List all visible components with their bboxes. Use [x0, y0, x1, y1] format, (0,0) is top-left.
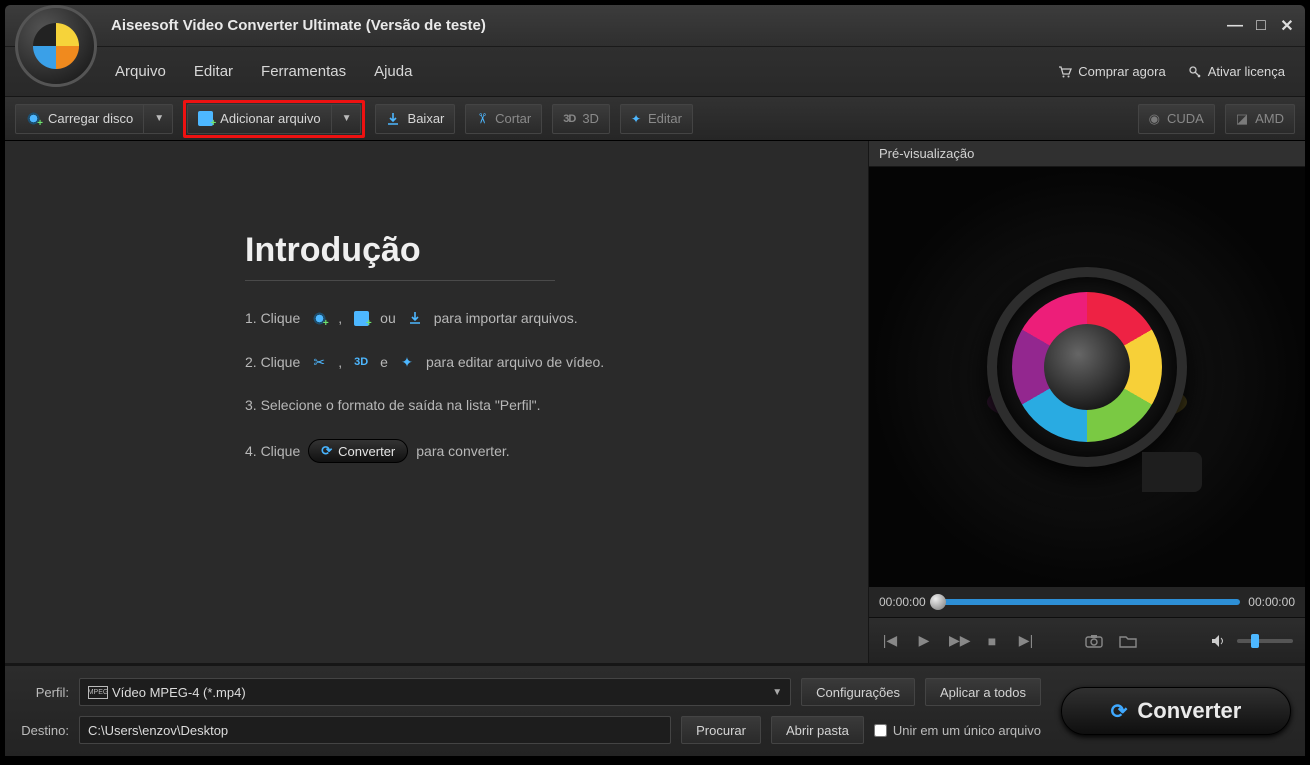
menu-help[interactable]: Ajuda — [374, 63, 412, 80]
stop-button[interactable]: ■ — [983, 633, 1001, 649]
sparkle-icon: ✦ — [396, 353, 418, 371]
convert-button[interactable]: ⟳ Converter — [1061, 687, 1291, 735]
buy-now-link[interactable]: Comprar agora — [1058, 64, 1165, 79]
scissors-icon: ✂ — [474, 113, 491, 125]
prev-button[interactable]: |◀ — [881, 632, 899, 649]
3d-icon: 3D — [563, 113, 575, 125]
3d-label: 3D — [582, 111, 599, 126]
seek-thumb[interactable] — [930, 594, 946, 610]
chevron-down-icon: ▼ — [154, 113, 164, 124]
intro-step-4: 4. Clique ⟳ Converter para converter. — [245, 439, 828, 463]
merge-checkbox[interactable]: Unir em um único arquivo — [874, 723, 1041, 738]
open-snapshot-folder-button[interactable] — [1119, 634, 1137, 648]
preview-area — [869, 167, 1305, 587]
preview-placeholder-icon — [987, 267, 1187, 467]
menu-tools[interactable]: Ferramentas — [261, 63, 346, 80]
download-icon — [404, 309, 426, 327]
chevron-down-icon: ▼ — [342, 113, 352, 124]
nvidia-icon: ◉ — [1149, 111, 1160, 127]
time-total: 00:00:00 — [1248, 595, 1295, 609]
key-icon — [1188, 65, 1202, 79]
download-button[interactable]: Baixar — [375, 104, 456, 134]
add-file-highlight: Adicionar arquivo ▼ — [183, 100, 364, 138]
intro-step-3: 3. Selecione o formato de saída na lista… — [245, 397, 828, 413]
cut-label: Cortar — [495, 111, 531, 126]
profile-combo[interactable]: MPEG Vídeo MPEG-4 (*.mp4) ▼ — [79, 678, 791, 706]
cut-button[interactable]: ✂ Cortar — [465, 104, 542, 134]
apply-all-button[interactable]: Aplicar a todos — [925, 678, 1041, 706]
dest-value: C:\Users\enzov\Desktop — [88, 723, 228, 738]
sparkle-icon: ✦ — [631, 112, 641, 126]
intro-step-2: 2. Clique ✂ , 3D e ✦ para editar arquivo… — [245, 353, 828, 371]
browse-button[interactable]: Procurar — [681, 716, 761, 744]
edit-label: Editar — [648, 111, 682, 126]
3d-button[interactable]: 3D 3D — [552, 104, 610, 134]
settings-button[interactable]: Configurações — [801, 678, 915, 706]
edit-button[interactable]: ✦ Editar — [620, 104, 693, 134]
refresh-icon: ⟳ — [1111, 699, 1128, 724]
time-current: 00:00:00 — [879, 595, 926, 609]
maximize-button[interactable]: □ — [1253, 18, 1269, 34]
merge-checkbox-input[interactable] — [874, 724, 887, 737]
amd-label: AMD — [1255, 111, 1284, 126]
volume-thumb[interactable] — [1251, 634, 1259, 648]
dest-label: Destino: — [19, 723, 69, 738]
buy-now-label: Comprar agora — [1078, 64, 1165, 79]
activate-link[interactable]: Ativar licença — [1188, 64, 1285, 79]
profile-label: Perfil: — [19, 685, 69, 700]
fast-forward-button[interactable]: ▶▶ — [949, 632, 967, 649]
merge-label: Unir em um único arquivo — [893, 723, 1041, 738]
disc-icon — [308, 309, 330, 327]
download-label: Baixar — [408, 111, 445, 126]
snapshot-button[interactable] — [1085, 634, 1103, 648]
minimize-button[interactable]: — — [1227, 18, 1243, 34]
convert-label: Converter — [1137, 698, 1241, 724]
mpeg-icon: MPEG — [88, 686, 108, 699]
menu-edit[interactable]: Editar — [194, 63, 233, 80]
cuda-label: CUDA — [1167, 111, 1204, 126]
intro-heading: Introdução — [245, 231, 828, 270]
volume-slider[interactable] — [1237, 639, 1293, 643]
window-title: Aiseesoft Video Converter Ultimate (Vers… — [111, 17, 486, 34]
cuda-button[interactable]: ◉ CUDA — [1138, 104, 1215, 134]
volume-icon[interactable] — [1211, 634, 1229, 648]
disc-icon — [26, 111, 41, 126]
refresh-icon: ⟳ — [321, 443, 332, 459]
activate-label: Ativar licença — [1208, 64, 1285, 79]
cart-icon — [1058, 65, 1072, 79]
convert-badge: ⟳ Converter — [308, 439, 408, 463]
add-file-label: Adicionar arquivo — [220, 111, 320, 126]
add-file-icon — [198, 111, 213, 126]
next-button[interactable]: ▶| — [1017, 632, 1035, 649]
open-folder-button[interactable]: Abrir pasta — [771, 716, 864, 744]
add-file-button[interactable]: Adicionar arquivo — [187, 104, 331, 134]
app-logo — [15, 5, 105, 95]
play-button[interactable]: ▶ — [915, 632, 933, 649]
profile-value: Vídeo MPEG-4 (*.mp4) — [112, 685, 246, 700]
menu-file[interactable]: Arquivo — [115, 63, 166, 80]
amd-icon: ◪ — [1236, 111, 1248, 127]
intro-divider — [245, 280, 555, 281]
chevron-down-icon: ▼ — [772, 687, 782, 698]
add-file-icon — [350, 309, 372, 327]
load-disc-label: Carregar disco — [48, 111, 133, 126]
3d-icon: 3D — [350, 353, 372, 371]
seek-slider[interactable] — [934, 599, 1241, 605]
intro-step-1: 1. Clique , ou para importar arquivos. — [245, 309, 828, 327]
close-button[interactable]: ✕ — [1279, 18, 1295, 34]
download-icon — [386, 111, 401, 126]
dest-input[interactable]: C:\Users\enzov\Desktop — [79, 716, 671, 744]
file-list-area: Introdução 1. Clique , ou para importar … — [5, 141, 868, 663]
preview-label: Pré-visualização — [869, 141, 1305, 167]
scissors-icon: ✂ — [308, 353, 330, 371]
add-file-dropdown[interactable]: ▼ — [332, 104, 361, 134]
load-disc-dropdown[interactable]: ▼ — [144, 104, 173, 134]
amd-button[interactable]: ◪ AMD — [1225, 104, 1295, 134]
load-disc-button[interactable]: Carregar disco — [15, 104, 144, 134]
